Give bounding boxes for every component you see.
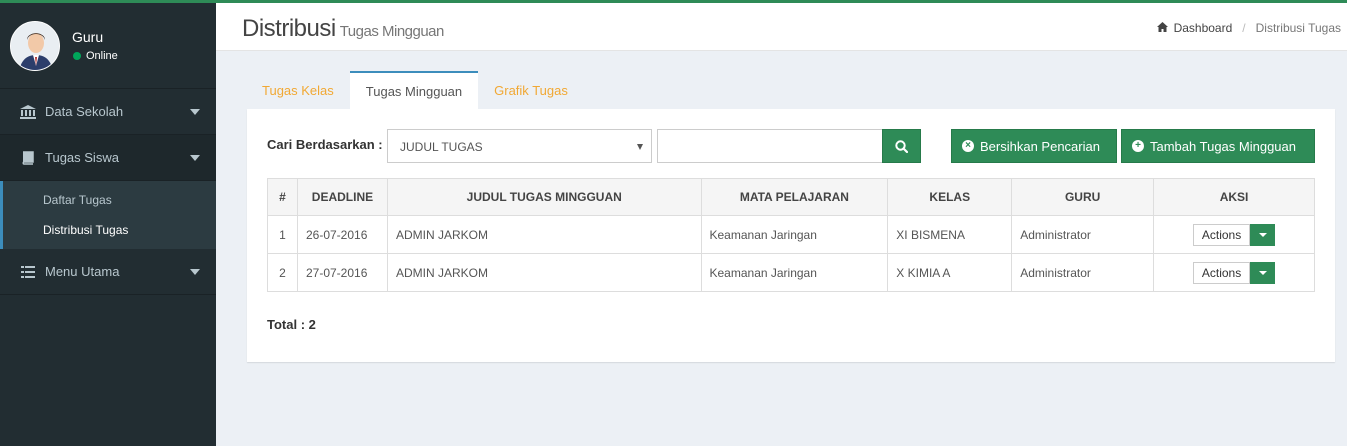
sidebar-subitem-distribusi-tugas[interactable]: Distribusi Tugas <box>3 215 216 245</box>
sidebar-subitem-label: Distribusi Tugas <box>43 223 129 237</box>
clear-search-button[interactable]: × Bersihkan Pencarian <box>951 129 1117 163</box>
search-field-select[interactable]: JUDUL TUGAS <box>387 129 652 163</box>
cell-aksi: Actions <box>1153 253 1315 292</box>
page-title-text: Distribusi <box>242 15 336 42</box>
home-icon <box>1156 21 1168 35</box>
sidebar: Guru Online Data Sekolah Tugas Siswa Daf… <box>0 3 216 446</box>
user-name: Guru <box>72 29 104 45</box>
col-header-mapel[interactable]: MATA PELAJARAN <box>700 178 889 216</box>
search-field-selected: JUDUL TUGAS <box>400 140 483 154</box>
tab-bar: Tugas Kelas Tugas Mingguan Grafik Tugas <box>246 71 584 109</box>
sidebar-subitem-label: Daftar Tugas <box>43 193 112 207</box>
caret-down-icon <box>1258 232 1267 237</box>
sidebar-item-menu-utama[interactable]: Menu Utama <box>0 249 216 295</box>
clear-search-label: Bersihkan Pencarian <box>980 138 1100 154</box>
plus-circle-icon: + <box>1132 140 1144 152</box>
page-subtitle: Tugas Mingguan <box>339 23 445 40</box>
cell-mapel: Keamanan Jaringan <box>700 253 889 292</box>
user-panel: Guru Online <box>0 3 216 88</box>
search-input[interactable] <box>657 129 883 163</box>
sidebar-menu: Data Sekolah Tugas Siswa Daftar Tugas Di… <box>0 88 216 295</box>
table-row: 2 27-07-2016 ADMIN JARKOM Keamanan Jarin… <box>267 253 1315 292</box>
actions-toggle[interactable] <box>1250 261 1276 284</box>
actions-dropdown[interactable]: Actions <box>1192 223 1276 246</box>
caret-down-icon <box>190 109 200 115</box>
total-count: Total : 2 <box>267 317 316 332</box>
col-header-guru[interactable]: GURU <box>1011 178 1155 216</box>
col-header-aksi: AKSI <box>1153 178 1315 216</box>
caret-down-icon <box>190 269 200 275</box>
user-status: Online <box>73 50 118 62</box>
weekly-task-table: # DEADLINE JUDUL TUGAS MINGGUAN MATA PEL… <box>267 178 1315 292</box>
cell-guru: Administrator <box>1011 215 1155 254</box>
cell-deadline: 26-07-2016 <box>296 215 388 254</box>
sidebar-item-label: Menu Utama <box>45 264 120 279</box>
online-dot-icon <box>73 52 81 60</box>
page-title: Distribusi Tugas Mingguan <box>242 15 444 43</box>
tab-grafik-tugas[interactable]: Grafik Tugas <box>478 71 584 109</box>
cell-mapel: Keamanan Jaringan <box>700 215 889 254</box>
col-header-no: # <box>267 178 298 216</box>
sidebar-item-label: Data Sekolah <box>45 104 124 119</box>
search-row: Cari Berdasarkan : JUDUL TUGAS × Bersihk… <box>267 129 1315 163</box>
col-header-kelas[interactable]: KELAS <box>887 178 1013 216</box>
actions-toggle[interactable] <box>1250 223 1276 246</box>
cell-judul: ADMIN JARKOM <box>386 253 702 292</box>
cell-aksi: Actions <box>1153 215 1315 254</box>
sidebar-item-label: Tugas Siswa <box>45 150 119 165</box>
bank-icon <box>18 104 38 119</box>
breadcrumb-separator: / <box>1242 21 1246 35</box>
cell-kelas: X KIMIA A <box>887 253 1013 292</box>
sidebar-item-data-sekolah[interactable]: Data Sekolah <box>0 89 216 135</box>
actions-button[interactable]: Actions <box>1192 261 1251 284</box>
cell-no: 2 <box>267 253 298 292</box>
add-weekly-task-button[interactable]: + Tambah Tugas Mingguan <box>1121 129 1315 163</box>
search-label: Cari Berdasarkan : <box>267 137 383 152</box>
col-header-judul[interactable]: JUDUL TUGAS MINGGUAN <box>386 178 702 216</box>
cell-kelas: XI BISMENA <box>887 215 1013 254</box>
user-status-label: Online <box>86 50 118 62</box>
cell-guru: Administrator <box>1011 253 1155 292</box>
content-box: Cari Berdasarkan : JUDUL TUGAS × Bersihk… <box>247 109 1335 362</box>
tab-tugas-mingguan[interactable]: Tugas Mingguan <box>349 71 479 109</box>
table-row: 1 26-07-2016 ADMIN JARKOM Keamanan Jarin… <box>267 215 1315 254</box>
select-arrow-icon <box>637 144 643 150</box>
cell-no: 1 <box>267 215 298 254</box>
actions-dropdown[interactable]: Actions <box>1192 261 1276 284</box>
list-icon <box>18 265 38 279</box>
breadcrumb-home-link[interactable]: Dashboard <box>1174 21 1233 35</box>
sidebar-item-tugas-siswa[interactable]: Tugas Siswa <box>0 135 216 181</box>
book-icon <box>18 150 38 165</box>
sidebar-subitem-daftar-tugas[interactable]: Daftar Tugas <box>3 185 216 215</box>
add-weekly-task-label: Tambah Tugas Mingguan <box>1150 138 1296 154</box>
breadcrumb: Dashboard / Distribusi Tugas <box>1156 21 1341 35</box>
cell-judul: ADMIN JARKOM <box>386 215 702 254</box>
caret-down-icon <box>190 155 200 161</box>
actions-button[interactable]: Actions <box>1192 223 1251 246</box>
search-icon <box>895 139 908 153</box>
content-header: Distribusi Tugas Mingguan Dashboard / Dis… <box>216 3 1347 51</box>
col-header-deadline[interactable]: DEADLINE <box>296 178 388 216</box>
cell-deadline: 27-07-2016 <box>296 253 388 292</box>
sidebar-submenu: Daftar Tugas Distribusi Tugas <box>0 181 216 249</box>
times-circle-icon: × <box>962 140 974 152</box>
avatar <box>10 21 60 71</box>
breadcrumb-current: Distribusi Tugas <box>1255 21 1341 35</box>
search-button[interactable] <box>882 129 921 163</box>
table-header-row: # DEADLINE JUDUL TUGAS MINGGUAN MATA PEL… <box>267 178 1315 216</box>
tab-tugas-kelas[interactable]: Tugas Kelas <box>246 71 350 109</box>
caret-down-icon <box>1258 270 1267 275</box>
